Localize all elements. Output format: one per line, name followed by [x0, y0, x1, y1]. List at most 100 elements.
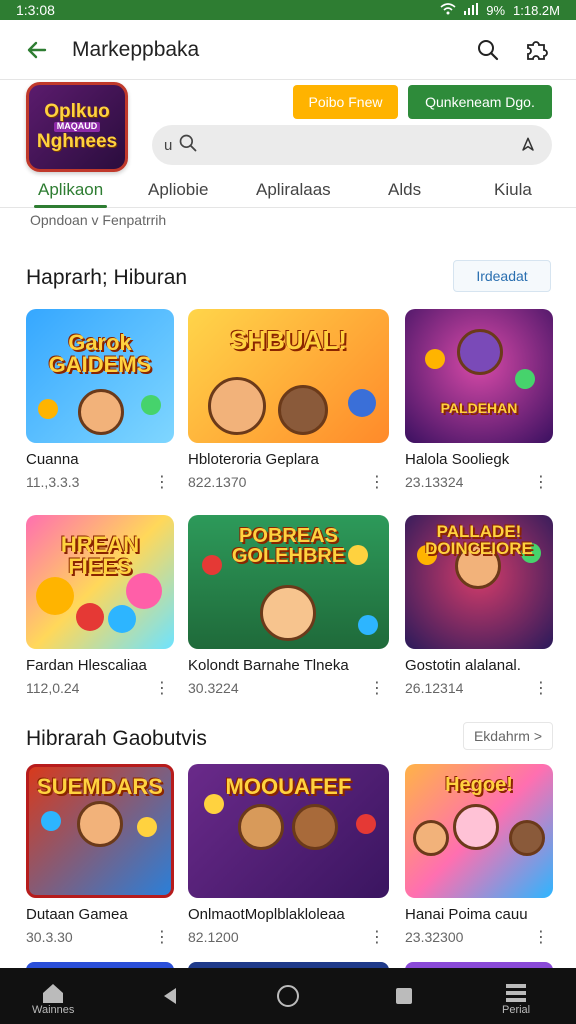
status-clock-right: 1:18.2M	[513, 2, 560, 18]
status-icons: 9% 1:18.2M	[440, 2, 560, 18]
recents-square-icon	[396, 988, 412, 1004]
battery-text: 9%	[486, 2, 506, 18]
app-card[interactable]: PALDEHAN Halola Sooliegk 23.13324 ⋮	[405, 309, 553, 491]
more-vert-icon[interactable]: ⋮	[533, 472, 549, 492]
more-vert-icon[interactable]: ⋮	[369, 927, 385, 947]
section-title-2: Hibrarah Gaobutvis	[26, 727, 207, 750]
app-art-text: PALLADE! DOINCEIORE	[425, 522, 533, 558]
app-name: Halola Sooliegk	[405, 451, 510, 468]
status-bar: 1:3:08 9% 1:18.2M	[0, 0, 576, 20]
page-title: Markeppbaka	[72, 37, 200, 61]
puzzle-icon[interactable]	[516, 30, 556, 70]
app-thumbnail: SHBUAL!	[188, 309, 389, 443]
menu-nav-item[interactable]: Perial	[502, 982, 530, 1016]
orange-action-button[interactable]: Poibo Fnew	[293, 85, 398, 119]
app-meta: 112,0.24	[26, 680, 80, 696]
app-meta: 30.3.30	[26, 929, 73, 945]
category-tabs: Aplikaon Apliobie Apliralaas Alds Kiulа	[0, 172, 576, 208]
home-nav-item[interactable]: Wainnes	[32, 982, 74, 1016]
more-vert-icon[interactable]: ⋮	[369, 472, 385, 492]
app-logo: Oplkuo MAQAUD Nghnees	[26, 82, 128, 172]
app-card[interactable]: SUEMDARS Dutaan Gamea 30.3.30 ⋮	[26, 764, 174, 946]
app-name: Gostotin alalanal.	[405, 657, 521, 674]
app-name: Dutaan Gamea	[26, 906, 128, 923]
app-art-text: SHBUAL!	[230, 325, 347, 355]
app-meta: 11.,3.3.3	[26, 474, 80, 490]
app-meta: 23.13324	[405, 474, 464, 490]
app-meta: 82.1200	[188, 929, 239, 945]
app-thumbnail: PALDEHAN	[405, 309, 553, 443]
logo-line2: Nghnees	[36, 130, 118, 152]
app-card[interactable]: HREAN FIEES Fardan Hlescaliaa 112,0.24 ⋮	[26, 515, 174, 697]
search-icon[interactable]	[468, 30, 508, 70]
app-card[interactable]: MOOUAFEF OnlmaotMoplblakloleaa 82.1200 ⋮	[188, 764, 389, 946]
back-triangle-icon	[164, 988, 176, 1004]
app-meta: 30.3224	[188, 680, 239, 696]
app-thumbnail: Hegoe!	[405, 764, 553, 898]
app-card[interactable]: POBREAS GOLEHBRE Kolondt Barnahe Tlneka …	[188, 515, 389, 697]
app-name: Hbloteroria Geplara	[188, 451, 319, 468]
app-name: Kolondt Barnahe Tlneka	[188, 657, 349, 674]
app-thumbnail: MOOUAFEF	[188, 764, 389, 898]
status-time: 1:3:08	[16, 2, 55, 18]
app-bar: Markeppbaka	[0, 20, 576, 80]
app-card[interactable]: PALLADE! DOINCEIORE Gostotin alalanal. 2…	[405, 515, 553, 697]
back-arrow-icon[interactable]	[20, 33, 54, 67]
more-vert-icon[interactable]: ⋮	[369, 678, 385, 698]
app-thumbnail: SUEMDARS	[26, 764, 174, 898]
home-icon	[43, 984, 64, 1003]
app-art-text: SUEMDARS	[37, 774, 163, 799]
app-name: OnlmaotMoplblakloleaa	[188, 906, 345, 923]
voice-icon[interactable]	[516, 133, 540, 157]
recents-nav-button[interactable]	[394, 986, 414, 1006]
app-name: Hanai Poima cauu	[405, 906, 528, 923]
app-thumbnail: Garok GAIDEMS	[26, 309, 174, 443]
home-nav-button[interactable]	[276, 984, 300, 1008]
app-thumbnail: HREAN FIEES	[26, 515, 174, 649]
home-label: Wainnes	[32, 1004, 75, 1016]
menu-icon	[506, 984, 527, 1002]
app-art-text: Garok GAIDEMS	[48, 330, 152, 377]
app-thumbnail: POBREAS GOLEHBRE	[188, 515, 389, 649]
wifi-icon	[440, 2, 456, 18]
tab-3[interactable]: Apliralaas	[256, 172, 331, 208]
app-meta: 822.1370	[188, 474, 247, 490]
filter-dropdown[interactable]: Opndoan v Fenpatrrih	[30, 212, 166, 228]
home-circle-icon	[277, 985, 299, 1007]
app-art-text: POBREAS GOLEHBRE	[231, 525, 346, 567]
search-bar[interactable]: u	[152, 125, 552, 165]
app-art-text: HREAN FIEES	[60, 532, 140, 579]
app-card[interactable]: Hegoe! Hanai Poima cauu 23.32300 ⋮	[405, 764, 553, 946]
app-meta: 23.32300	[405, 929, 464, 945]
more-vert-icon[interactable]: ⋮	[154, 472, 170, 492]
app-name: Cuanna	[26, 451, 79, 468]
app-meta: 26.12314	[405, 680, 464, 696]
app-art-text: PALDEHAN	[440, 400, 518, 416]
app-art-text: Hegoe!	[445, 774, 513, 796]
search-prefix: u	[164, 136, 173, 154]
app-name: Fardan Hlescaliaa	[26, 657, 147, 674]
more-vert-icon[interactable]: ⋮	[533, 927, 549, 947]
tab-4[interactable]: Alds	[388, 172, 421, 208]
search-input[interactable]	[204, 136, 516, 154]
more-vert-icon[interactable]: ⋮	[533, 678, 549, 698]
signal-icon	[464, 2, 479, 18]
back-nav-button[interactable]	[160, 986, 180, 1006]
tab-5[interactable]: Kiulа	[494, 172, 532, 208]
more-vert-icon[interactable]: ⋮	[154, 927, 170, 947]
logo-line1: Oplkuo	[44, 101, 110, 123]
menu-label: Perial	[502, 1004, 531, 1016]
tab-aplikasi[interactable]: Aplikaon	[33, 172, 108, 208]
section1-more-button[interactable]: Irdeadat	[453, 260, 551, 292]
tab-2[interactable]: Apliobie	[148, 172, 209, 208]
system-nav-bar: Wainnes Perial	[0, 968, 576, 1024]
search-small-icon	[178, 133, 198, 158]
section-title-1: Haprarh; Hiburan	[26, 266, 188, 289]
app-art-text: MOOUAFEF	[225, 774, 352, 799]
more-vert-icon[interactable]: ⋮	[154, 678, 170, 698]
section2-more-button[interactable]: Ekdahrm >	[463, 722, 553, 750]
app-card[interactable]: SHBUAL! Hbloteroria Geplara 822.1370 ⋮	[188, 309, 389, 491]
green-action-button[interactable]: Qunkeneam Dgo.	[408, 85, 552, 119]
app-card[interactable]: Garok GAIDEMS Cuanna 11.,3.3.3 ⋮	[26, 309, 174, 491]
app-thumbnail: PALLADE! DOINCEIORE	[405, 515, 553, 649]
